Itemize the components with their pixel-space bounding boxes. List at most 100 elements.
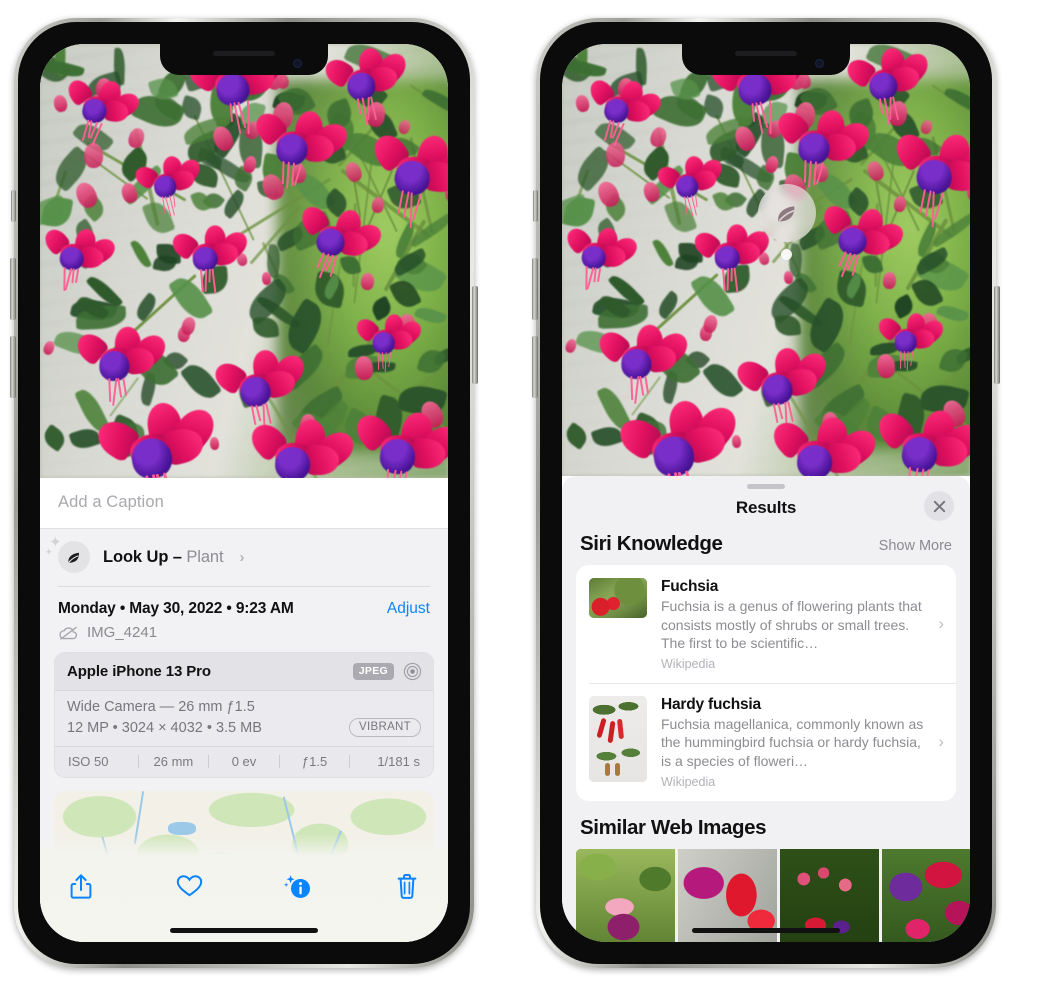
exif-cell: ISO 50	[68, 754, 109, 769]
phone-screen-right: Results Siri Knowledge Show More Fuchsia…	[562, 44, 970, 942]
sheet-header: Results	[562, 489, 970, 532]
screenshot-stage: Add a Caption ✦ ✦ Look Up – Plant › Mond…	[0, 0, 1055, 985]
home-indicator[interactable]	[170, 928, 318, 933]
heart-icon[interactable]	[175, 870, 205, 902]
list-item[interactable]: Hardy fuchsia Fuchsia magellanica, commo…	[576, 682, 956, 801]
siri-knowledge-title: Siri Knowledge	[580, 532, 723, 555]
sheet-title: Results	[735, 498, 797, 517]
adjust-button[interactable]: Adjust	[387, 600, 430, 618]
phone-screen-left: Add a Caption ✦ ✦ Look Up – Plant › Mond…	[40, 44, 448, 942]
photographic-style-badge: VIBRANT	[349, 718, 421, 737]
exif-cell: ƒ1.5	[301, 754, 328, 769]
leaf-glyph	[67, 552, 79, 563]
plant-leaf	[279, 297, 330, 356]
camera-lens-line: Wide Camera — 26 mm ƒ1.5	[67, 699, 255, 715]
list-item-source: Wikipedia	[661, 656, 716, 671]
flower-bud	[864, 159, 887, 184]
list-item-source: Wikipedia	[661, 774, 716, 789]
flower-bud	[919, 118, 934, 136]
look-up-row[interactable]: ✦ ✦ Look Up – Plant ›	[40, 529, 448, 586]
web-image-tile[interactable]	[882, 848, 970, 942]
flower-bud	[126, 125, 147, 150]
plant-leaf	[132, 291, 161, 322]
chevron-right-icon[interactable]: ›	[239, 549, 244, 566]
iphone-right-visual-lookup: Results Siri Knowledge Show More Fuchsia…	[532, 18, 1000, 968]
hardy-fuchsia-thumbnail	[589, 695, 647, 782]
exif-row: ISO 50 26 mm 0 ev ƒ1.5 1/181 s	[55, 746, 433, 777]
volume-down-button[interactable]	[10, 336, 16, 398]
flower-bud	[179, 315, 198, 337]
flower-bud	[52, 94, 70, 115]
format-badge: JPEG	[352, 663, 394, 680]
list-item-title: Fuchsia	[661, 578, 719, 595]
photo-meta-row: Monday • May 30, 2022 • 9:23 AM Adjust	[40, 587, 448, 624]
list-item-body: Hardy fuchsia Fuchsia magellanica, commo…	[647, 696, 936, 789]
iphone-left-photo-detail: Add a Caption ✦ ✦ Look Up – Plant › Mond…	[10, 18, 478, 968]
flower-bud	[893, 195, 908, 213]
chevron-right-icon[interactable]: ›	[936, 614, 944, 634]
trash-icon[interactable]	[392, 870, 422, 902]
camera-model: Apple iPhone 13 Pro	[67, 663, 211, 680]
photo-info-panel: Add a Caption ✦ ✦ Look Up – Plant › Mond…	[40, 478, 448, 942]
list-item[interactable]: Fuchsia Fuchsia is a genus of flowering …	[576, 565, 956, 683]
camera-card-header: Apple iPhone 13 Pro JPEG	[55, 653, 433, 691]
front-camera-icon	[293, 59, 302, 68]
siri-knowledge-header: Siri Knowledge Show More	[562, 532, 970, 565]
photo-plant-artwork	[40, 44, 448, 478]
map-pond	[168, 821, 196, 835]
list-item-title: Hardy fuchsia	[661, 695, 761, 713]
camera-size-line: 12 MP • 3024 × 4032 • 3.5 MB	[67, 719, 262, 736]
volume-up-button[interactable]	[532, 258, 538, 320]
exif-cell: 1/181 s	[377, 754, 420, 769]
look-up-prefix: Look Up –	[103, 547, 187, 566]
home-indicator[interactable]	[692, 928, 840, 933]
power-button[interactable]	[994, 286, 1000, 384]
show-more-button[interactable]: Show More	[879, 538, 952, 554]
leaf-icon[interactable]	[758, 184, 816, 242]
similar-web-images-title: Similar Web Images	[580, 815, 767, 839]
web-image-tile[interactable]	[576, 848, 675, 942]
plant-leaf	[702, 357, 745, 404]
flower-bud	[605, 141, 626, 168]
mute-switch[interactable]	[11, 190, 16, 222]
photo-fuchsia-image[interactable]	[40, 44, 448, 478]
volume-down-button[interactable]	[532, 336, 538, 398]
list-item-body: Fuchsia Fuchsia is a genus of flowering …	[647, 578, 936, 671]
plant-leaf	[651, 236, 674, 269]
aperture-icon	[403, 662, 422, 681]
plant-leaf	[180, 358, 223, 405]
camera-card-body: Wide Camera — 26 mm ƒ1.5 12 MP • 3024 × …	[55, 691, 433, 746]
power-button[interactable]	[472, 286, 478, 384]
chevron-right-icon[interactable]: ›	[936, 732, 944, 752]
lookup-anchor-dot	[781, 249, 792, 260]
mute-switch[interactable]	[533, 190, 538, 222]
caption-row[interactable]: Add a Caption	[40, 478, 448, 529]
plant-leaf	[943, 84, 970, 119]
volume-up-button[interactable]	[10, 258, 16, 320]
sparkle-icon-small: ✦	[45, 547, 53, 557]
look-up-label: Look Up – Plant	[103, 547, 224, 567]
plant-leaf	[773, 313, 802, 338]
caption-placeholder[interactable]: Add a Caption	[58, 493, 430, 512]
flower-bud	[397, 119, 412, 137]
photo-fuchsia-image[interactable]	[562, 44, 970, 476]
share-icon[interactable]	[66, 870, 96, 902]
plant-leaf	[141, 198, 176, 238]
info-sparkle-icon[interactable]	[283, 870, 313, 902]
list-item-description: Fuchsia magellanica, commonly known as t…	[661, 715, 924, 770]
flower-bud	[209, 436, 220, 450]
leaf-glyph	[777, 205, 794, 221]
flower-bud	[731, 434, 742, 448]
look-up-subject: Plant	[186, 547, 224, 566]
camera-info-card[interactable]: Apple iPhone 13 Pro JPEG Wide Camera — 2…	[54, 652, 434, 778]
close-icon[interactable]	[924, 491, 954, 521]
flower-bud	[342, 159, 365, 185]
flower-bud	[882, 271, 897, 290]
flower-bud	[574, 93, 592, 114]
leaf-icon: ✦ ✦	[45, 535, 90, 573]
notch	[682, 44, 850, 75]
photo-date: Monday • May 30, 2022 • 9:23 AM	[58, 600, 294, 617]
file-name: IMG_4241	[87, 624, 158, 641]
similar-web-images-header: Similar Web Images	[562, 801, 970, 849]
exif-cell: 26 mm	[153, 754, 194, 769]
